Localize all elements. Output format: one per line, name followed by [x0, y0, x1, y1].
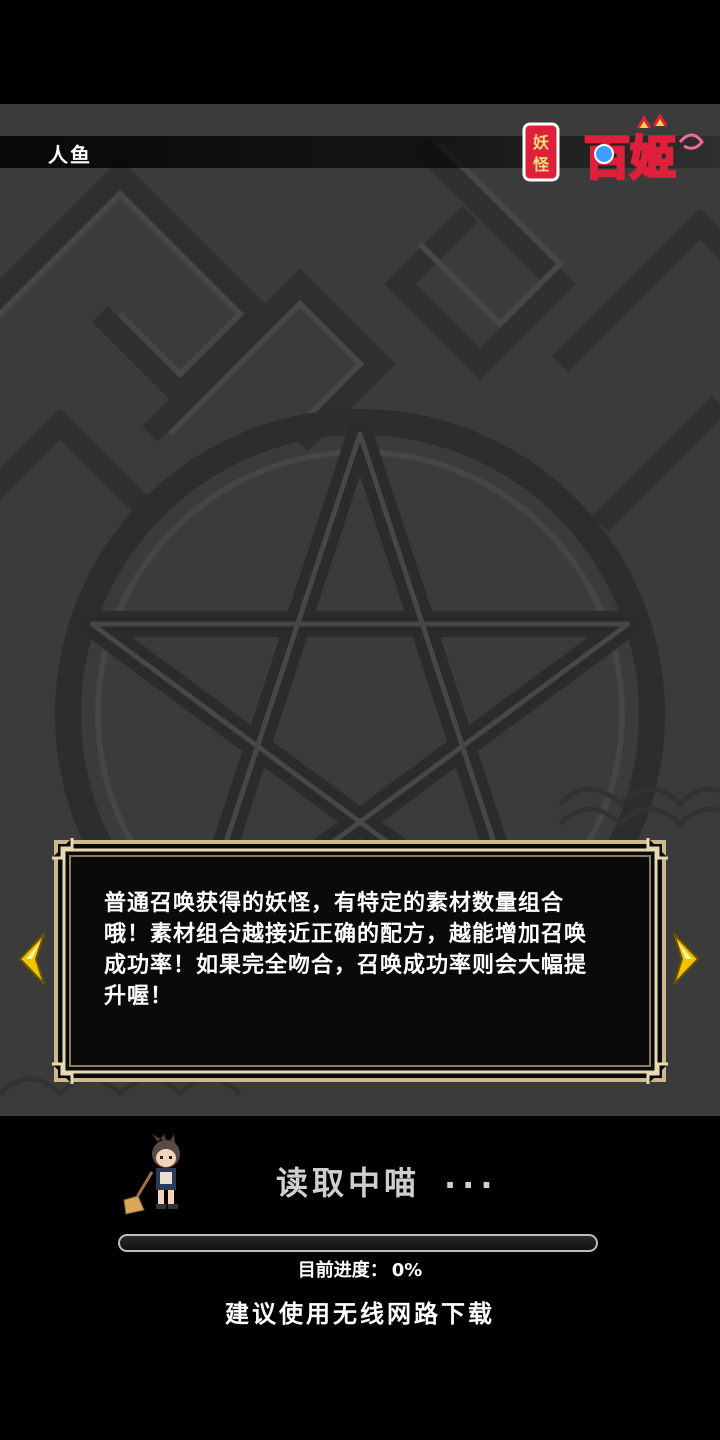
- loading-status: 读取中喵: [276, 1164, 421, 1202]
- chevron-left-icon[interactable]: [14, 930, 50, 988]
- page-title: 人鱼: [48, 143, 92, 167]
- game-logo: 妖 怪 百姬: [522, 113, 704, 187]
- progress-label: 目前进度：: [297, 1260, 388, 1281]
- svg-text:妖: 妖: [533, 133, 549, 152]
- wifi-advice: 建议使用无线网路下载: [225, 1300, 495, 1328]
- progress-row: 目前进度： 0%: [0, 1256, 720, 1282]
- sweeping-cat-girl-icon: [123, 1134, 180, 1215]
- top-black-bar: [0, 0, 720, 104]
- progress-bar: [118, 1234, 598, 1252]
- progress-value: 0%: [391, 1260, 423, 1281]
- tip-text: 普通召唤获得的妖怪，有特定的素材数量组合哦！素材组合越接近正确的配方，越能增加召…: [104, 891, 588, 1009]
- chevron-right-icon[interactable]: [668, 930, 704, 988]
- loading-dots: ...: [444, 1158, 499, 1196]
- svg-text:怪: 怪: [533, 155, 550, 174]
